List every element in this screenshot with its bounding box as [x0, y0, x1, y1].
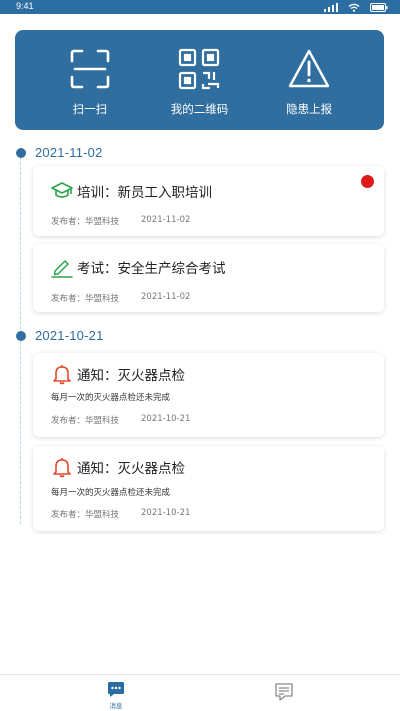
date-header: 2021-10-21 [16, 328, 104, 343]
graduation-cap-icon [51, 182, 73, 198]
card-title: 考试：安全生产综合考试 [77, 261, 226, 277]
my-qr-code-label: 我的二维码 [170, 102, 229, 116]
timeline-dot [16, 330, 26, 341]
card-title-row: 通知：灭火器点检 [51, 456, 185, 478]
card-meta: 发布者：华盟科技 2021-11-02 [51, 215, 190, 227]
message-card[interactable]: 通知：灭火器点检 每月一次的灭火器点检还未完成 发布者：华盟科技 2021-10… [33, 446, 384, 531]
status-time: 9:41 [16, 1, 34, 11]
message-card[interactable]: 培训：新员工入职培训 发布者：华盟科技 2021-11-02 [33, 166, 384, 236]
timeline-dot [16, 147, 26, 158]
tab-messages[interactable]: 消息 [86, 675, 146, 711]
card-meta: 发布者：华盟科技 2021-10-21 [51, 414, 190, 426]
card-date: 2021-10-21 [141, 414, 191, 424]
battery-icon [370, 2, 388, 12]
card-publisher: 发布者：华盟科技 [51, 510, 120, 520]
notes-icon [275, 683, 293, 701]
card-title-row: 培训：新员工入职培训 [51, 180, 212, 202]
card-description: 每月一次的灭火器点检还未完成 [51, 488, 171, 498]
bell-icon [53, 365, 71, 385]
message-icon [108, 682, 124, 697]
card-meta: 发布者：华盟科技 2021-11-02 [51, 292, 190, 304]
bell-icon [53, 458, 71, 478]
tab-messages-label: 消息 [109, 702, 123, 710]
card-title-row: 通知：灭火器点检 [51, 363, 185, 385]
card-publisher: 发布者：华盟科技 [51, 217, 120, 227]
unread-badge [361, 175, 374, 188]
wifi-icon [348, 3, 360, 12]
qr-code-icon [179, 48, 220, 90]
scan-icon [70, 49, 110, 89]
hazard-report-label: 隐患上报 [286, 102, 333, 116]
card-meta: 发布者：华盟科技 2021-10-21 [51, 508, 190, 520]
card-date: 2021-11-02 [141, 292, 191, 302]
system-icons [324, 2, 388, 12]
bottom-tab-bar: 消息 [0, 674, 400, 711]
tab-notes[interactable] [254, 675, 314, 711]
date-header: 2021-11-02 [16, 145, 103, 160]
hazard-report-button[interactable]: 隐患上报 [259, 30, 359, 130]
warning-icon [288, 49, 330, 88]
card-date: 2021-10-21 [141, 508, 191, 518]
quick-actions-panel: 扫一扫 我的二维码 隐患上报 [15, 30, 384, 130]
card-date: 2021-11-02 [141, 215, 191, 225]
card-description: 每月一次的灭火器点检还未完成 [51, 393, 171, 403]
card-publisher: 发布者：华盟科技 [51, 294, 120, 304]
my-qr-code-button[interactable]: 我的二维码 [149, 30, 249, 130]
signal-icon [324, 2, 338, 12]
card-title: 通知：灭火器点检 [77, 461, 185, 477]
status-bar: 9:41 [0, 0, 400, 14]
message-card[interactable]: 通知：灭火器点检 每月一次的灭火器点检还未完成 发布者：华盟科技 2021-10… [33, 353, 384, 437]
card-title: 通知：灭火器点检 [77, 368, 185, 384]
card-title: 培训：新员工入职培训 [77, 185, 212, 201]
date-header-text: 2021-10-21 [35, 328, 104, 343]
card-publisher: 发布者：华盟科技 [51, 416, 120, 426]
message-card[interactable]: 考试：安全生产综合考试 发布者：华盟科技 2021-11-02 [33, 244, 384, 312]
scan-label: 扫一扫 [72, 102, 108, 116]
date-header-text: 2021-11-02 [35, 145, 103, 160]
pencil-icon [51, 260, 73, 278]
scan-button[interactable]: 扫一扫 [40, 30, 140, 130]
card-title-row: 考试：安全生产综合考试 [51, 256, 226, 278]
